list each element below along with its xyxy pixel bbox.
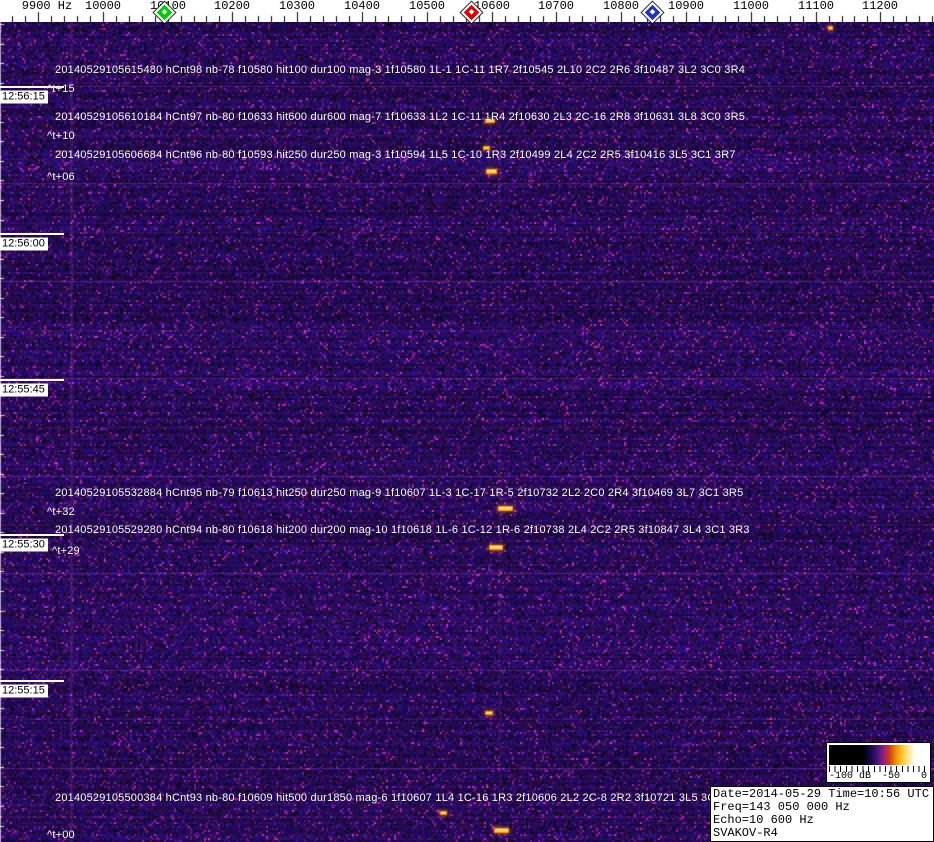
freq-tick-label: 10900 (667, 0, 705, 13)
time-axis-major-tick (0, 680, 64, 682)
detection-log-line: 20140529105500384 hCnt93 nb-80 f10609 hi… (55, 792, 746, 804)
freq-tick-label: 10300 (278, 0, 316, 13)
db-color-scale: -100 dB -50 0 (826, 742, 931, 783)
freq-tick-label: 9900 Hz (21, 0, 73, 13)
time-axis-label: 12:56:00 (0, 237, 48, 251)
detection-time-offset-marker: ^t+15 (47, 83, 75, 95)
info-station-id: SVAKOV-R4 (713, 826, 778, 840)
db-scale-label-min: -100 dB (829, 771, 872, 782)
marker-center-dot (649, 8, 656, 15)
station-info-box: Date=2014-05-29 Time=10:56 UTC Freq=143 … (710, 786, 934, 842)
marker-center-dot (161, 8, 168, 15)
time-axis-label: 12:56:15 (0, 90, 48, 104)
freq-tick-label: 10400 (343, 0, 381, 13)
detection-time-offset-marker: ^t+32 (47, 506, 75, 518)
detection-time-offset-marker: ^t+00 (47, 829, 75, 841)
detection-log-line: 20140529105529280 hCnt94 nb-80 f10618 hi… (55, 524, 750, 536)
detection-time-offset-marker: ^t+10 (47, 130, 75, 142)
freq-tick-label: 10200 (213, 0, 251, 13)
db-scale-label-mid: -50 (882, 771, 901, 782)
time-axis-major-tick (0, 379, 64, 381)
freq-tick-label: 10800 (602, 0, 640, 13)
detection-log-line: 20140529105610184 hCnt97 nb-80 f10633 hi… (55, 111, 746, 123)
time-axis-label: 12:55:30 (0, 538, 48, 552)
marker-center-dot (468, 8, 475, 15)
detection-log-line: 20140529105606684 hCnt96 nb-80 f10593 hi… (55, 149, 736, 161)
db-gradient-bar (829, 745, 928, 765)
freq-tick-label: 11200 (861, 0, 899, 13)
detection-log-line: 20140529105615480 hCnt98 nb-78 f10580 hi… (55, 64, 746, 76)
frequency-ruler[interactable]: 9900 Hz100001010010200103001040010500106… (0, 0, 934, 24)
spectrum-lab-waterfall-window: 9900 Hz100001010010200103001040010500106… (0, 0, 934, 842)
time-axis-label: 12:55:15 (0, 684, 48, 698)
db-scale-label-max: 0 (920, 771, 927, 782)
detection-log-line: 20140529105532884 hCnt95 nb-79 f10613 hi… (55, 487, 744, 499)
detection-time-offset-marker: ^t+29 (52, 545, 80, 557)
detection-time-offset-marker: ^t+06 (47, 171, 75, 183)
time-axis-label: 12:55:45 (0, 383, 48, 397)
freq-tick-label: 10500 (408, 0, 446, 13)
freq-tick-label: 10700 (537, 0, 575, 13)
freq-tick-label: 11000 (732, 0, 770, 13)
freq-tick-label: 10000 (84, 0, 122, 13)
freq-tick-label: 11100 (797, 0, 835, 13)
time-axis-major-tick (0, 233, 64, 235)
spectrogram-waterfall[interactable] (0, 22, 934, 842)
